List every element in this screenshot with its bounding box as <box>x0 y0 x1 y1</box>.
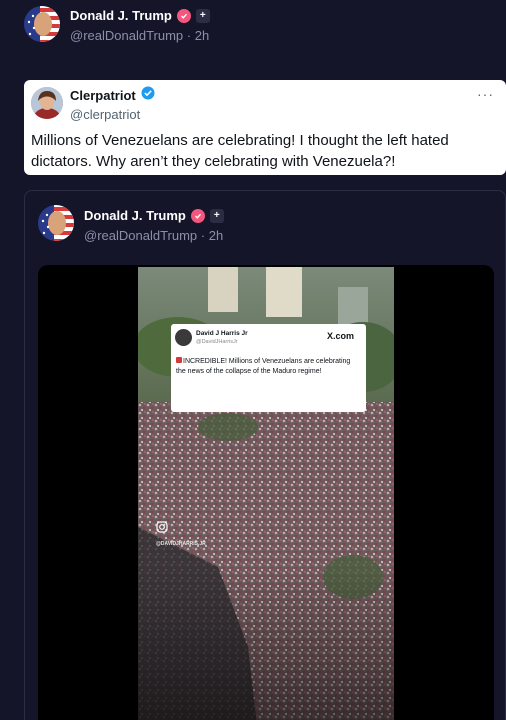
author-name[interactable]: Donald J. Trump <box>70 8 172 23</box>
embedded-tweet-card: David J Harris Jr @DavidJHarrisJr X.com … <box>171 324 366 412</box>
inner-post-header: Donald J. Trump + @realDonaldTrump · 2h <box>84 208 224 243</box>
avatar[interactable] <box>38 205 74 241</box>
post-time[interactable]: 2h <box>195 28 209 43</box>
embedded-author-name: David J Harris Jr <box>196 330 248 337</box>
verified-badge-icon <box>190 208 205 223</box>
more-options-icon[interactable]: ··· <box>477 86 494 102</box>
author-handle[interactable]: @realDonaldTrump <box>70 28 183 43</box>
quote-author-handle[interactable]: @clerpatriot <box>70 107 155 122</box>
flag-avatar-image <box>24 6 60 42</box>
embedded-avatar <box>175 329 192 346</box>
quote-author-name[interactable]: Clerpatriot <box>70 88 136 103</box>
quote-text: Millions of Venezuelans are celebrating!… <box>31 132 449 170</box>
verified-badge-icon <box>176 8 191 23</box>
quote-header: Clerpatriot @clerpatriot <box>70 86 155 122</box>
profile-photo-image <box>31 87 63 119</box>
quoted-post-card[interactable]: Clerpatriot @clerpatriot ··· Millions of… <box>24 80 506 175</box>
embedded-tweet-text: INCREDIBLE! Millions of Venezuelans are … <box>176 357 351 375</box>
verified-badge-icon <box>141 86 155 105</box>
quote-avatar[interactable] <box>31 87 63 119</box>
video-frame-image: David J Harris Jr @DavidJHarrisJr X.com … <box>138 267 394 720</box>
flag-avatar-image <box>38 205 74 241</box>
plus-icon[interactable]: + <box>209 208 224 223</box>
post-time[interactable]: 2h <box>209 228 223 243</box>
x-logo: X.com <box>326 331 354 341</box>
author-handle-row: @realDonaldTrump · 2h <box>70 28 210 43</box>
video-player[interactable]: David J Harris Jr @DavidJHarrisJr X.com … <box>38 265 494 720</box>
embedded-author-handle: @DavidJHarrisJr <box>196 339 238 345</box>
avatar[interactable] <box>24 6 60 42</box>
alert-icon <box>176 357 182 363</box>
author-handle[interactable]: @realDonaldTrump <box>84 228 197 243</box>
plus-icon[interactable]: + <box>195 8 210 23</box>
author-name[interactable]: Donald J. Trump <box>84 208 186 223</box>
watermark-label: @DAVIDJHARRIS.JR <box>156 541 206 547</box>
author-handle-row: @realDonaldTrump · 2h <box>84 228 224 243</box>
instagram-icon <box>156 520 168 538</box>
top-post-header: Donald J. Trump + @realDonaldTrump · 2h <box>70 8 210 43</box>
